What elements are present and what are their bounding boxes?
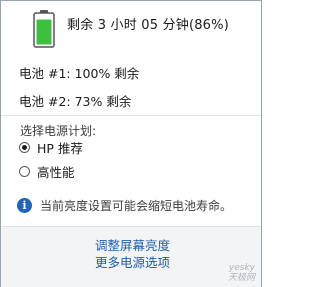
battery-icon <box>33 10 55 48</box>
plan-option-high-performance[interactable]: 高性能 <box>19 162 75 180</box>
watermark-line-1: yesky <box>228 263 255 273</box>
battery-1-status: 电池 #1: 100% 剩余 <box>19 66 140 81</box>
battery-2-status: 电池 #2: 73% 剩余 <box>19 94 132 109</box>
watermark-line-2: 天极网 <box>227 273 255 283</box>
more-power-options-link[interactable]: 更多电源选项 <box>95 252 170 271</box>
plan-option-label: HP 推荐 <box>37 140 83 156</box>
radio-button-selected[interactable] <box>19 141 30 153</box>
battery-summary: 剩余 3 小时 05 分钟(86%) <box>67 18 229 33</box>
brightness-warning: i 当前亮度设置可能会缩短电池寿命。 <box>17 197 232 214</box>
plan-option-label: 高性能 <box>37 164 75 180</box>
watermark: yesky 天极网 <box>228 263 255 283</box>
battery-flyout: 剩余 3 小时 05 分钟(86%) 电池 #1: 100% 剩余 电池 #2:… <box>0 0 262 287</box>
divider <box>1 115 261 116</box>
radio-button[interactable] <box>19 165 30 177</box>
footer-links: 调整屏幕亮度 更多电源选项 yesky 天极网 <box>1 226 261 287</box>
info-icon: i <box>17 198 32 213</box>
plan-option-hp-recommended[interactable]: HP 推荐 <box>19 138 83 156</box>
brightness-warning-text: 当前亮度设置可能会缩短电池寿命。 <box>40 199 233 213</box>
battery-status-section: 剩余 3 小时 05 分钟(86%) 电池 #1: 100% 剩余 电池 #2:… <box>1 1 261 116</box>
power-plan-title: 选择电源计划: <box>20 124 97 138</box>
